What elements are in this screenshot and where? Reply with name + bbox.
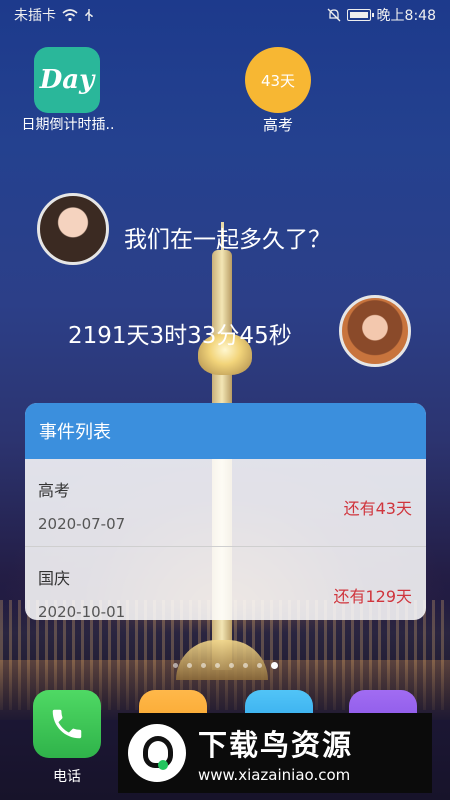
day-app-label: 日期倒计时插.. xyxy=(21,117,115,133)
phone-icon xyxy=(52,709,82,739)
gaokao-label: 高考 xyxy=(262,116,293,134)
together-duration: 2191天3时33分45秒 xyxy=(68,323,292,349)
clock-text: 晚上8:48 xyxy=(376,8,436,24)
page-dot[interactable] xyxy=(214,663,220,668)
page-dot[interactable] xyxy=(242,663,248,668)
event-date: 2020-10-01 xyxy=(38,603,126,620)
page-dot-active[interactable] xyxy=(270,662,278,669)
bird-logo-icon xyxy=(128,724,186,782)
carrier-text: 未插卡 xyxy=(14,8,56,24)
watermark-url: www.xiazainiao.com xyxy=(198,766,351,784)
watermark-banner: 下载鸟资源 www.xiazainiao.com xyxy=(118,713,432,793)
page-dot[interactable] xyxy=(228,663,234,668)
event-list-card[interactable]: 事件列表 高考 2020-07-07 还有43天 国庆 2020-10-01 还… xyxy=(25,403,426,620)
page-dot[interactable] xyxy=(256,663,262,668)
event-name: 国庆 xyxy=(38,569,71,588)
event-list-header: 事件列表 xyxy=(25,403,426,459)
usb-icon xyxy=(85,9,93,21)
battery-icon xyxy=(346,9,374,21)
event-name: 高考 xyxy=(38,481,71,500)
countdown-badge: 43天 xyxy=(245,47,311,113)
event-row[interactable]: 国庆 2020-10-01 还有129天 xyxy=(25,547,426,620)
watermark-title: 下载鸟资源 xyxy=(198,728,354,762)
page-dot[interactable] xyxy=(200,663,206,668)
event-remaining: 还有43天 xyxy=(343,499,412,518)
avatar-girl-1[interactable] xyxy=(37,193,109,265)
page-dot[interactable] xyxy=(172,663,178,668)
phone-app-icon[interactable] xyxy=(33,690,101,758)
gaokao-countdown-widget[interactable]: 43天 xyxy=(245,47,311,113)
event-date: 2020-07-07 xyxy=(38,515,126,533)
avatar-girl-2[interactable] xyxy=(339,295,411,367)
page-indicator[interactable] xyxy=(0,662,450,669)
page-dot[interactable] xyxy=(186,663,192,668)
event-row[interactable]: 高考 2020-07-07 还有43天 xyxy=(25,459,426,547)
mute-bell-icon xyxy=(327,8,341,22)
status-bar: 未插卡 晚上8:48 xyxy=(0,0,450,30)
together-question: 我们在一起多久了？ xyxy=(124,227,331,253)
wifi-icon xyxy=(62,9,78,22)
phone-app-label: 电话 xyxy=(53,769,81,785)
event-remaining: 还有129天 xyxy=(333,587,412,606)
day-app-icon: Day xyxy=(34,47,100,113)
day-countdown-app[interactable]: Day xyxy=(34,47,100,113)
